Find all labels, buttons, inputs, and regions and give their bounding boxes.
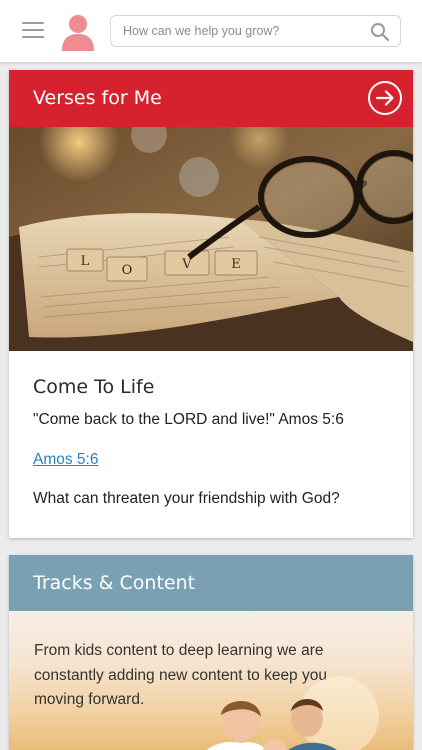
top-bar: [0, 0, 422, 62]
tracks-banner[interactable]: From kids content to deep learning we ar…: [9, 611, 413, 750]
arrow-right-circle-icon[interactable]: [367, 80, 403, 116]
hamburger-menu-icon[interactable]: [22, 22, 44, 40]
post-question: What can threaten your friendship with G…: [33, 490, 340, 507]
svg-text:E: E: [231, 257, 241, 272]
verses-header[interactable]: Verses for Me: [9, 70, 413, 127]
tracks-card: Tracks & Content From kids content to de…: [9, 555, 413, 750]
tracks-title: Tracks & Content: [33, 572, 196, 594]
love-tiles-bible-glasses-photo: L O V E: [9, 127, 413, 351]
family-photo: [206, 676, 379, 750]
search-box[interactable]: [110, 15, 401, 47]
tracks-header[interactable]: Tracks & Content: [9, 555, 413, 611]
svg-text:V: V: [181, 257, 192, 272]
post-quote: "Come back to the LORD and live!" Amos 5…: [33, 411, 344, 428]
user-avatar-icon[interactable]: [60, 13, 96, 51]
svg-text:L: L: [81, 254, 90, 269]
scripture-link[interactable]: Amos 5:6: [33, 451, 98, 469]
post-title: Come To Life: [33, 376, 155, 398]
verses-title: Verses for Me: [33, 87, 162, 109]
svg-text:O: O: [122, 263, 133, 278]
search-input[interactable]: [123, 16, 363, 46]
search-icon[interactable]: [370, 22, 390, 42]
verses-card: Verses for Me L O V E Come To Life "Come…: [9, 70, 413, 538]
